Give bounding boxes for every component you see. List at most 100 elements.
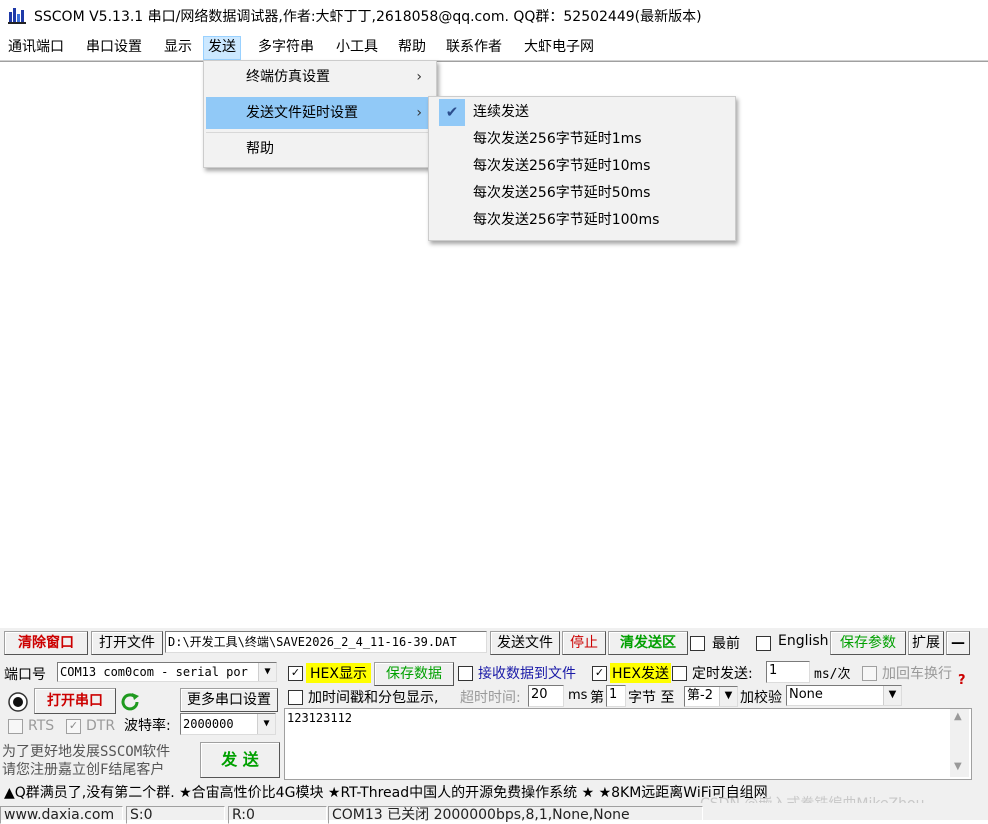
hex-display-checkbox[interactable]: ✓ xyxy=(288,666,303,681)
hex-display-label: HEX显示 xyxy=(306,663,371,683)
menubar: 通讯端口 串口设置 显示 发送 多字符串 小工具 帮助 联系作者 大虾电子网 xyxy=(0,34,988,61)
timeout-label: 超时时间: xyxy=(460,690,521,706)
submenu-item-delay-1ms[interactable]: 每次发送256字节延时1ms xyxy=(431,126,733,153)
submenu-item-delay-100ms[interactable]: 每次发送256字节延时100ms xyxy=(431,207,733,234)
port-label: 端口号 xyxy=(4,667,46,683)
byte-end-select[interactable]: 第-2 ▼ xyxy=(684,686,738,707)
recv-to-file-checkbox[interactable] xyxy=(458,666,473,681)
status-port-info: COM13 已关闭 2000000bps,8,1,None,None xyxy=(328,806,703,824)
port-select[interactable]: COM13 com0com - serial por ▼ xyxy=(57,662,277,682)
submenu-item-label: 连续发送 xyxy=(473,104,529,120)
timestamp-label: 加时间戳和分包显示, xyxy=(308,690,439,706)
baud-select[interactable]: 2000000 ▼ xyxy=(180,713,276,735)
submenu-item-label: 每次发送256字节延时50ms xyxy=(473,185,651,201)
submenu-item-continuous[interactable]: ✔ 连续发送 xyxy=(431,99,733,126)
add-crlf-checkbox[interactable] xyxy=(862,666,877,681)
menu-serial-settings[interactable]: 串口设置 xyxy=(82,36,146,58)
menu-item-help[interactable]: 帮助 xyxy=(206,133,434,165)
menu-item-file-delay[interactable]: 发送文件延时设置 › xyxy=(206,97,434,129)
byte-start-input[interactable]: 1 xyxy=(606,685,626,707)
submenu-item-delay-10ms[interactable]: 每次发送256字节延时10ms xyxy=(431,153,733,180)
byte-prefix-label: 第 xyxy=(590,690,604,706)
rts-label: RTS xyxy=(28,718,55,734)
ticker-text: ▲Q群满员了,没有第二个群. ★合宙高性价比4G模块 ★RT-Thread中国人… xyxy=(4,785,768,801)
clear-send-button[interactable]: 清发送区 xyxy=(608,631,688,655)
timeout-unit: ms xyxy=(568,688,588,703)
scroll-up-icon[interactable]: ▲ xyxy=(954,711,962,722)
dropdown-arrow-icon: ▼ xyxy=(719,687,737,706)
more-serial-settings-button[interactable]: 更多串口设置 xyxy=(180,688,278,712)
interval-input[interactable]: 1 xyxy=(766,661,810,683)
hex-send-checkbox[interactable]: ✓ xyxy=(592,666,607,681)
save-params-button[interactable]: 保存参数 xyxy=(830,631,906,655)
timestamp-checkbox[interactable] xyxy=(288,690,303,705)
submenu-item-delay-50ms[interactable]: 每次发送256字节延时50ms xyxy=(431,180,733,207)
submenu-item-label: 每次发送256字节延时1ms xyxy=(473,131,642,147)
checksum-select[interactable]: None ▼ xyxy=(786,685,902,706)
topmost-label: 最前 xyxy=(712,636,740,652)
expand-button[interactable]: 扩展 xyxy=(908,631,944,655)
status-sent-count: S:0 xyxy=(126,806,225,824)
recv-to-file-label: 接收数据到文件 xyxy=(478,666,576,682)
interval-unit: ms/次 xyxy=(814,667,851,682)
dtr-checkbox[interactable]: ✓ xyxy=(66,719,81,734)
menu-item-label: 终端仿真设置 xyxy=(246,69,330,85)
menu-comm-port[interactable]: 通讯端口 xyxy=(4,36,68,58)
save-data-button[interactable]: 保存数据 xyxy=(374,662,454,686)
checksum-value: None xyxy=(789,687,823,702)
timeout-input[interactable]: 20 xyxy=(528,685,564,707)
send-button[interactable]: 发 送 xyxy=(200,742,280,778)
baud-select-value: 2000000 xyxy=(183,717,234,731)
menu-item-terminal-emulation[interactable]: 终端仿真设置 › xyxy=(206,61,434,93)
collapse-button[interactable]: — xyxy=(946,631,970,655)
record-icon xyxy=(8,692,28,712)
byte-end-value: 第-2 xyxy=(687,688,713,703)
file-path-field[interactable]: D:\开发工具\终端\SAVE2026_2_4_11-16-39.DAT xyxy=(165,631,487,653)
clear-window-button[interactable]: 清除窗口 xyxy=(4,631,88,655)
baud-label: 波特率: xyxy=(124,718,171,734)
open-port-button[interactable]: 打开串口 xyxy=(34,688,116,714)
chevron-right-icon: › xyxy=(416,69,422,85)
status-website[interactable]: www.daxia.com xyxy=(0,806,123,824)
send-text-area[interactable]: 123123112 xyxy=(284,708,972,780)
send-text-content: 123123112 xyxy=(287,711,353,725)
dtr-label: DTR xyxy=(86,718,116,734)
dropdown-arrow-icon: ▼ xyxy=(258,663,276,681)
checksum-label: 加校验 xyxy=(740,690,782,706)
status-bar: www.daxia.com S:0 R:0 COM13 已关闭 2000000b… xyxy=(0,803,988,824)
menu-send[interactable]: 发送 xyxy=(203,36,241,60)
add-crlf-label: 加回车换行 xyxy=(882,666,952,682)
byte-range-label: 字节 至 xyxy=(628,690,675,706)
timed-send-checkbox[interactable] xyxy=(672,666,687,681)
submenu-item-label: 每次发送256字节延时100ms xyxy=(473,212,660,228)
menu-tools[interactable]: 小工具 xyxy=(332,36,382,58)
menu-contact-author[interactable]: 联系作者 xyxy=(442,36,506,58)
menu-item-label: 发送文件延时设置 xyxy=(246,105,358,121)
open-file-button[interactable]: 打开文件 xyxy=(91,631,163,655)
dropdown-arrow-icon: ▼ xyxy=(883,686,901,705)
stop-button[interactable]: 停止 xyxy=(562,631,606,655)
menu-help[interactable]: 帮助 xyxy=(394,36,430,58)
status-received-count: R:0 xyxy=(228,806,327,824)
menu-daxia-site[interactable]: 大虾电子网 xyxy=(520,36,598,58)
timed-send-label: 定时发送: xyxy=(692,666,753,682)
promo-line-2: 请您注册嘉立创F结尾客户 xyxy=(2,762,165,778)
send-scrollbar[interactable]: ▲ ▼ xyxy=(950,709,969,777)
dropdown-arrow-icon: ▼ xyxy=(257,714,275,734)
window-title: SSCOM V5.13.1 串口/网络数据调试器,作者:大虾丁丁,2618058… xyxy=(34,9,702,25)
refresh-icon[interactable] xyxy=(120,691,140,711)
scroll-down-icon[interactable]: ▼ xyxy=(954,761,962,772)
topmost-checkbox[interactable] xyxy=(690,636,705,651)
send-menu: 终端仿真设置 › 发送文件延时设置 › 帮助 xyxy=(203,60,437,168)
english-checkbox[interactable] xyxy=(756,636,771,651)
menu-display[interactable]: 显示 xyxy=(160,36,196,58)
checkmark-icon: ✔ xyxy=(439,99,465,126)
app-icon xyxy=(8,8,26,24)
menu-multi-string[interactable]: 多字符串 xyxy=(254,36,318,58)
english-label: English xyxy=(778,633,829,649)
question-icon[interactable]: ? xyxy=(958,673,966,688)
promo-line-1: 为了更好地发展SSCOM软件 xyxy=(2,744,171,760)
rts-checkbox[interactable] xyxy=(8,719,23,734)
port-select-value: COM13 com0com - serial por xyxy=(60,665,248,679)
send-file-button[interactable]: 发送文件 xyxy=(490,631,560,655)
